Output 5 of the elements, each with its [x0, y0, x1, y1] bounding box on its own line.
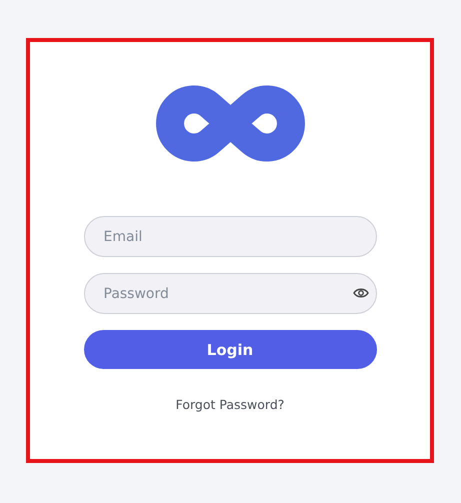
password-field[interactable]: Password: [84, 273, 376, 314]
email-field[interactable]: Email: [84, 216, 376, 257]
login-button[interactable]: Login: [84, 330, 376, 369]
eye-icon[interactable]: [352, 287, 368, 299]
forgot-password-link[interactable]: Forgot Password?: [176, 397, 284, 412]
